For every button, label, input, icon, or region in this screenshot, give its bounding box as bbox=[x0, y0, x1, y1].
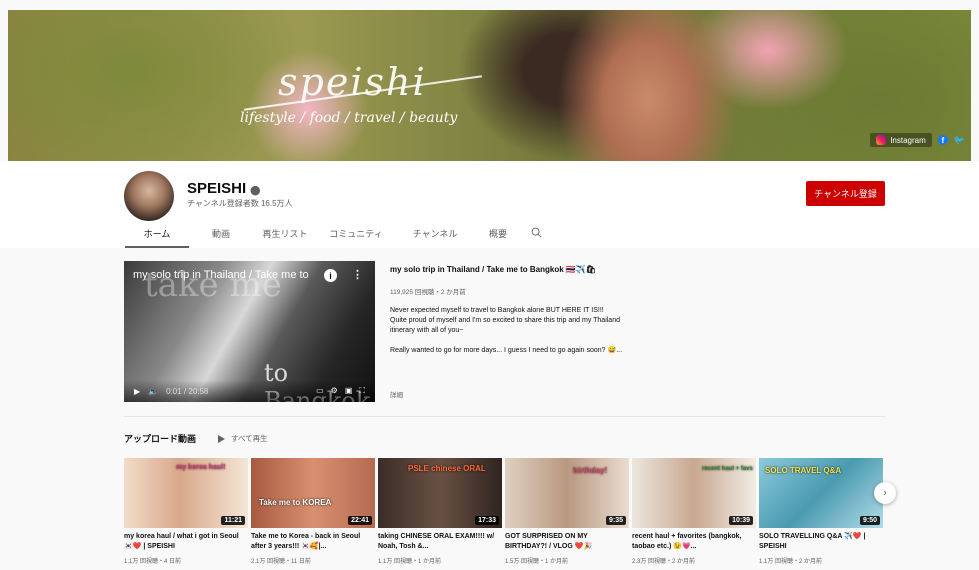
player-time: 0:01 / 20:58 bbox=[166, 386, 209, 396]
video-thumbnail[interactable]: PSLE chinese ORAL 17:33 bbox=[378, 458, 502, 528]
channel-name[interactable]: SPEISHI bbox=[187, 180, 246, 197]
video-duration: 22:41 bbox=[348, 516, 372, 525]
video-title[interactable]: Take me to Korea - back in Seoul after 3… bbox=[251, 532, 375, 552]
section-divider bbox=[124, 416, 885, 417]
featured-video-player[interactable]: take me my solo trip in Thailand / Take … bbox=[124, 261, 375, 402]
subscribe-button[interactable]: チャンネル登録 bbox=[806, 181, 885, 206]
video-thumbnail[interactable]: SOLO TRAVEL Q&A 9:50 bbox=[759, 458, 883, 528]
video-card[interactable]: recent haul + favs 10:39 recent haul + f… bbox=[632, 458, 756, 565]
video-meta: 1.1万 回視聴・4 日前 bbox=[124, 559, 182, 565]
channel-header: SPEISHI ⬤ チャンネル登録者数 16.5万人 チャンネル登録 ホーム 動画… bbox=[0, 161, 979, 248]
tab-videos[interactable]: 動画 bbox=[189, 225, 253, 248]
player-right-controls: ▭ ⚙ ▣ ⛶ bbox=[316, 386, 365, 396]
video-thumbnail[interactable]: birthday! 9:35 bbox=[505, 458, 629, 528]
banner-tagline: lifestyle / food / travel / beauty bbox=[240, 110, 458, 126]
play-all-label: すべて再生 bbox=[231, 434, 268, 443]
video-duration: 11:21 bbox=[221, 516, 245, 525]
video-card[interactable]: birthday! 9:35 GOT SURPRISED ON MY BIRTH… bbox=[505, 458, 629, 565]
settings-icon[interactable]: ⚙ bbox=[331, 386, 338, 396]
twitter-icon[interactable]: 🐦 bbox=[954, 135, 965, 146]
miniplayer-icon[interactable]: ▣ bbox=[345, 386, 353, 396]
video-meta: 1.1万 回視聴・2 か月前 bbox=[759, 559, 823, 565]
video-meta: 2.1万 回視聴・11 日前 bbox=[251, 559, 311, 565]
video-meta: 1.1万 回視聴・1 か月前 bbox=[378, 559, 442, 565]
instagram-link[interactable]: Instagram bbox=[870, 133, 932, 147]
tab-channels[interactable]: チャンネル bbox=[395, 225, 475, 248]
youtube-channel-page: speishi lifestyle / food / travel / beau… bbox=[0, 0, 979, 570]
banner-social-links: Instagram f 🐦 bbox=[870, 133, 965, 147]
banner-logo: speishi bbox=[278, 60, 427, 104]
play-icon[interactable]: ▶ bbox=[134, 387, 140, 396]
video-meta: 2.3万 回視聴・2 か月前 bbox=[632, 559, 696, 565]
subtitles-icon[interactable]: ▭ bbox=[316, 386, 324, 396]
featured-more-link[interactable]: 詳細 bbox=[390, 389, 403, 399]
instagram-label: Instagram bbox=[890, 135, 926, 145]
avatar[interactable] bbox=[124, 171, 174, 221]
thumbnail-text: recent haul + favs bbox=[702, 466, 753, 472]
fullscreen-icon[interactable]: ⛶ bbox=[359, 386, 365, 396]
player-controls: ▶ 🔈 0:01 / 20:58 ▭ ⚙ ▣ ⛶ bbox=[124, 380, 375, 402]
video-duration: 9:50 bbox=[859, 516, 880, 525]
featured-overlay-title: my solo trip in Thailand / Take me to bbox=[133, 269, 309, 281]
video-duration: 9:35 bbox=[605, 516, 626, 525]
next-arrow-icon[interactable]: › bbox=[874, 482, 896, 504]
thumbnail-text: Take me to KOREA bbox=[259, 498, 332, 507]
uploads-row: my korea haul! 11:21 my korea haul / wha… bbox=[124, 458, 883, 565]
facebook-icon[interactable]: f bbox=[937, 135, 948, 145]
thumbnail-text: PSLE chinese ORAL bbox=[408, 464, 486, 473]
tab-about[interactable]: 概要 bbox=[475, 225, 521, 248]
play-all-button[interactable]: すべて再生 bbox=[218, 433, 268, 444]
subscriber-count: チャンネル登録者数 16.5万人 bbox=[187, 199, 293, 208]
video-card[interactable]: Take me to KOREA 22:41 Take me to Korea … bbox=[251, 458, 375, 565]
featured-video-title[interactable]: my solo trip in Thailand / Take me to Ba… bbox=[390, 265, 596, 274]
tab-home[interactable]: ホーム bbox=[125, 225, 189, 248]
volume-icon[interactable]: 🔈 bbox=[148, 387, 158, 396]
play-all-icon bbox=[218, 434, 225, 443]
tab-community[interactable]: コミュニティ bbox=[317, 225, 395, 248]
thumbnail-text: birthday! bbox=[573, 466, 608, 475]
video-meta: 1.5万 回視聴・1 か月前 bbox=[505, 559, 569, 565]
thumbnail-text: SOLO TRAVEL Q&A bbox=[765, 466, 842, 475]
tab-playlists[interactable]: 再生リスト bbox=[253, 225, 317, 248]
video-card[interactable]: PSLE chinese ORAL 17:33 taking CHINESE O… bbox=[378, 458, 502, 565]
info-icon[interactable]: i bbox=[324, 269, 337, 282]
video-thumbnail[interactable]: Take me to KOREA 22:41 bbox=[251, 458, 375, 528]
video-duration: 17:33 bbox=[475, 516, 499, 525]
verified-icon: ⬤ bbox=[250, 185, 261, 195]
video-title[interactable]: my korea haul / what i got in Seoul 🇰🇷❤️… bbox=[124, 532, 248, 552]
video-duration: 10:39 bbox=[729, 516, 753, 525]
channel-name-row: SPEISHI ⬤ bbox=[187, 180, 260, 197]
more-menu-icon[interactable]: ⋮ bbox=[352, 268, 363, 281]
video-title[interactable]: GOT SURPRISED ON MY BIRTHDAY?! / VLOG ❤️… bbox=[505, 532, 629, 552]
thumbnail-text: my korea haul! bbox=[176, 464, 226, 471]
channel-tabs: ホーム 動画 再生リスト コミュニティ チャンネル 概要 bbox=[125, 225, 551, 248]
featured-video-stats: 119,925 回視聴・2 か月前 bbox=[390, 289, 466, 296]
video-card[interactable]: my korea haul! 11:21 my korea haul / wha… bbox=[124, 458, 248, 565]
instagram-icon bbox=[876, 135, 887, 145]
video-card[interactable]: SOLO TRAVEL Q&A 9:50 SOLO TRAVELLING Q&A… bbox=[759, 458, 883, 565]
video-title[interactable]: taking CHINESE ORAL EXAM!!!! w/ Noah, To… bbox=[378, 532, 502, 552]
channel-banner: speishi lifestyle / food / travel / beau… bbox=[8, 10, 971, 161]
video-thumbnail[interactable]: recent haul + favs 10:39 bbox=[632, 458, 756, 528]
featured-video-description: Never expected myself to travel to Bangk… bbox=[390, 307, 623, 354]
video-title[interactable]: SOLO TRAVELLING Q&A ✈️❤️ | SPEISHI bbox=[759, 532, 883, 552]
search-icon[interactable] bbox=[521, 225, 551, 248]
uploads-title[interactable]: アップロード動画 bbox=[124, 432, 196, 445]
video-thumbnail[interactable]: my korea haul! 11:21 bbox=[124, 458, 248, 528]
video-title[interactable]: recent haul + favorites (bangkok, taobao… bbox=[632, 532, 756, 552]
